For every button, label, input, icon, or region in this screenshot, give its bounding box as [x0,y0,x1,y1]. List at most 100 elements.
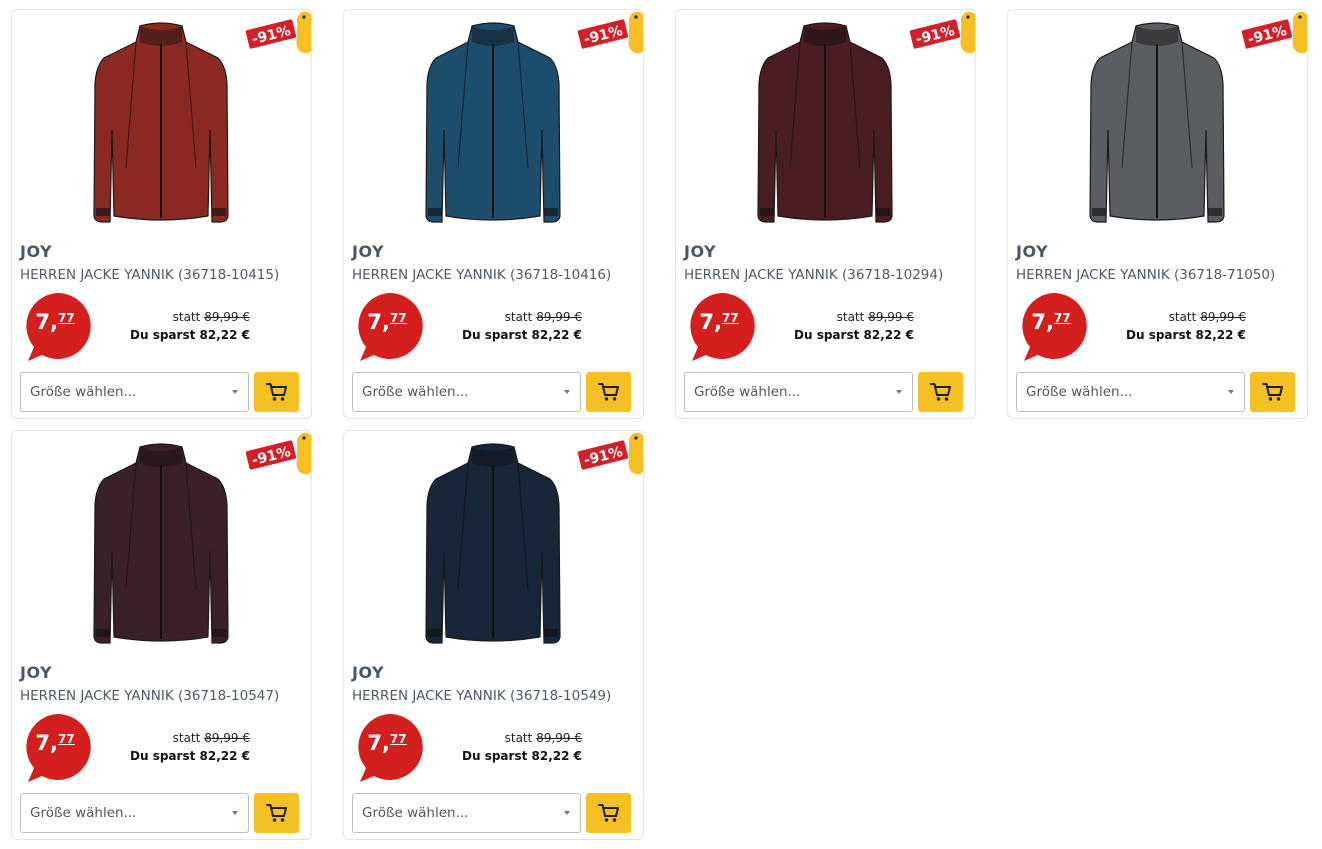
product-image[interactable]: -91% [676,10,975,242]
statt-label: statt [1168,310,1197,324]
original-price-line: statt 89,99 € [112,731,250,745]
product-image[interactable]: -91% [344,10,643,242]
size-select[interactable]: Größe wählen... [684,372,913,412]
product-brand: JOY [352,242,385,261]
cart-icon [1262,383,1283,401]
statt-label: statt [172,731,201,745]
price-integer: 7, [1031,310,1054,334]
savings-text: Du sparst 82,22 € [794,328,914,342]
product-image[interactable]: -91% [1008,10,1307,242]
price-display: 7,77 [1023,310,1079,334]
size-select-placeholder: Größe wählen... [30,384,137,400]
cart-icon [598,804,619,822]
original-price: 89,99 € [868,310,914,324]
product-name[interactable]: HERREN JACKE YANNIK (36718-10547) [20,688,279,704]
price-decimal: 77 [389,311,407,325]
product-card[interactable]: -91% JOY HERREN JACKE YANNIK (36718-1054… [11,430,312,840]
jacket-image [93,443,229,644]
price-decimal: 77 [57,311,75,325]
price-integer: 7, [699,310,722,334]
original-price-line: statt 89,99 € [112,310,250,324]
statt-label: statt [172,310,201,324]
price-integer: 7, [35,731,58,755]
discount-badge: -91% [909,11,975,54]
product-brand: JOY [20,663,53,682]
add-to-cart-button[interactable] [254,372,299,412]
discount-badge: -91% [1241,11,1307,54]
original-price: 89,99 € [1200,310,1246,324]
product-name[interactable]: HERREN JACKE YANNIK (36718-10549) [352,688,611,704]
price-decimal: 77 [1053,311,1071,325]
savings-text: Du sparst 82,22 € [462,749,582,763]
product-name[interactable]: HERREN JACKE YANNIK (36718-10416) [352,267,611,283]
cart-icon [930,383,951,401]
product-card[interactable]: -91% JOY HERREN JACKE YANNIK (36718-1029… [675,9,976,419]
discount-label: -91% [582,444,624,469]
product-brand: JOY [1016,242,1049,261]
add-to-cart-button[interactable] [586,372,631,412]
discount-badge: -91% [577,11,643,54]
add-to-cart-button[interactable] [254,793,299,833]
discount-label: -91% [250,23,292,48]
product-card[interactable]: -91% JOY HERREN JACKE YANNIK (36718-1054… [343,430,644,840]
size-select-placeholder: Größe wählen... [30,805,137,821]
price-integer: 7, [367,310,390,334]
size-select-placeholder: Größe wählen... [362,805,469,821]
original-price-line: statt 89,99 € [444,731,582,745]
product-image[interactable]: -91% [12,431,311,663]
size-select-placeholder: Größe wählen... [1026,384,1133,400]
price-display: 7,77 [359,310,415,334]
discount-label: -91% [250,444,292,469]
jacket-image [425,443,561,644]
chevron-down-icon [232,811,238,815]
price-display: 7,77 [691,310,747,334]
product-brand: JOY [352,663,385,682]
product-name[interactable]: HERREN JACKE YANNIK (36718-71050) [1016,267,1275,283]
product-name[interactable]: HERREN JACKE YANNIK (36718-10294) [684,267,943,283]
product-image[interactable]: -91% [12,10,311,242]
cart-icon [598,383,619,401]
jacket-image [93,22,229,223]
product-card[interactable]: -91% JOY HERREN JACKE YANNIK (36718-7105… [1007,9,1308,419]
price-display: 7,77 [359,731,415,755]
size-select[interactable]: Größe wählen... [352,793,581,833]
chevron-down-icon [896,390,902,394]
discount-label: -91% [1246,23,1288,48]
add-to-cart-button[interactable] [586,793,631,833]
original-price-line: statt 89,99 € [1108,310,1246,324]
price-decimal: 77 [57,732,75,746]
price-display: 7,77 [27,310,83,334]
discount-label: -91% [582,23,624,48]
add-to-cart-button[interactable] [918,372,963,412]
chevron-down-icon [564,390,570,394]
add-to-cart-button[interactable] [1250,372,1295,412]
original-price-line: statt 89,99 € [776,310,914,324]
price-integer: 7, [367,731,390,755]
statt-label: statt [836,310,865,324]
product-card[interactable]: -91% JOY HERREN JACKE YANNIK (36718-1041… [343,9,644,419]
product-brand: JOY [20,242,53,261]
price-integer: 7, [35,310,58,334]
chevron-down-icon [232,390,238,394]
chevron-down-icon [564,811,570,815]
product-name[interactable]: HERREN JACKE YANNIK (36718-10415) [20,267,279,283]
savings-text: Du sparst 82,22 € [462,328,582,342]
jacket-image [425,22,561,223]
size-select[interactable]: Größe wählen... [20,793,249,833]
original-price: 89,99 € [204,731,250,745]
product-image[interactable]: -91% [344,431,643,663]
savings-text: Du sparst 82,22 € [130,328,250,342]
price-decimal: 77 [721,311,739,325]
original-price: 89,99 € [536,731,582,745]
size-select-placeholder: Größe wählen... [694,384,801,400]
cart-icon [266,383,287,401]
size-select[interactable]: Größe wählen... [20,372,249,412]
product-card[interactable]: -91% JOY HERREN JACKE YANNIK (36718-1041… [11,9,312,419]
discount-badge: -91% [245,432,311,475]
size-select[interactable]: Größe wählen... [1016,372,1245,412]
size-select[interactable]: Größe wählen... [352,372,581,412]
cart-icon [266,804,287,822]
discount-badge: -91% [577,432,643,475]
discount-badge: -91% [245,11,311,54]
savings-text: Du sparst 82,22 € [130,749,250,763]
